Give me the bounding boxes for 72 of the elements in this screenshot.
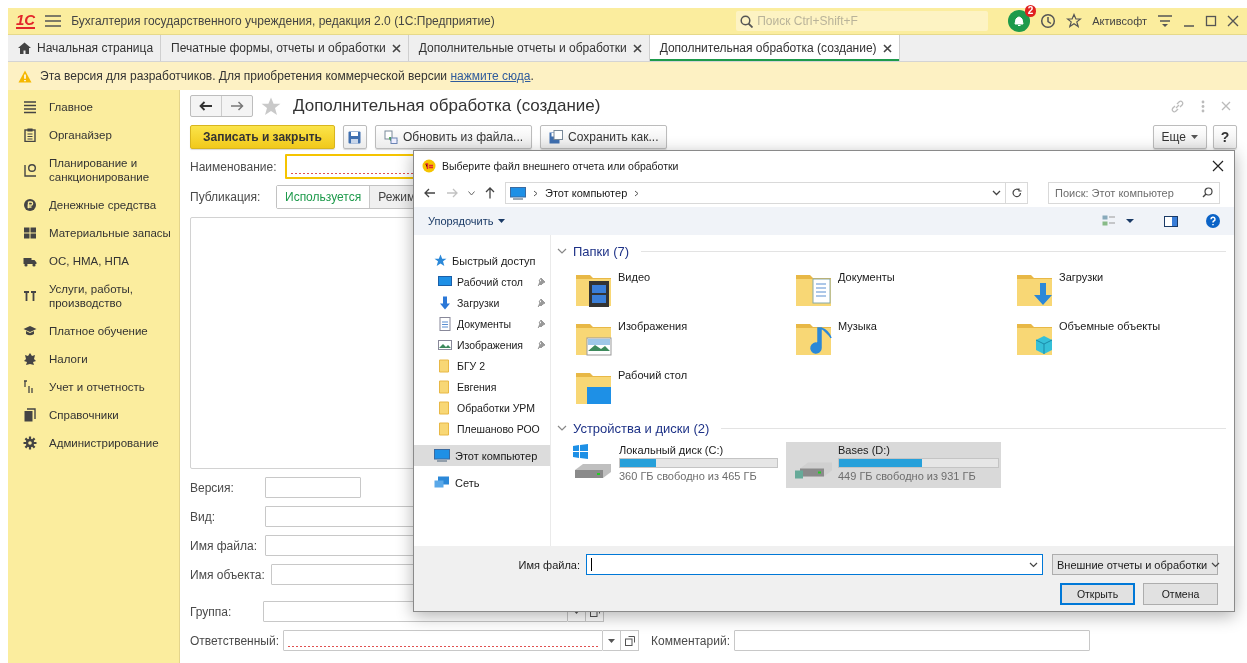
folder-item[interactable]: Объемные объекты (1016, 318, 1234, 367)
nav-item[interactable]: Сеть (414, 472, 550, 493)
user-name: Активсофт (1092, 15, 1147, 27)
folder-item[interactable]: Изображения (575, 318, 795, 367)
sidebar-item[interactable]: Налоги (8, 345, 179, 373)
folder-item[interactable]: Загрузки (1016, 269, 1234, 318)
path-segment[interactable]: Этот компьютер (545, 187, 628, 199)
sidebar-item[interactable]: Планирование и санкционирование (8, 149, 179, 191)
nav-item[interactable]: Изображения (414, 334, 550, 355)
field-label: Группа: (190, 604, 233, 619)
drive-item[interactable]: Bases (D:) 449 ГБ свободно из 931 ГБ (786, 442, 1001, 488)
file-type-select[interactable]: Внешние отчеты и обработки (1052, 554, 1218, 575)
more-button[interactable]: Еще (1152, 125, 1207, 149)
tab[interactable]: Дополнительные отчеты и обработки (408, 35, 650, 61)
reload-from-file-button[interactable]: Обновить из файла... (374, 125, 533, 149)
field-label: Вид: (190, 509, 217, 524)
drive-name: Bases (D:) (838, 444, 891, 456)
form-title: Дополнительная обработка (создание) (293, 96, 601, 116)
field-label: Ответственный: (190, 633, 280, 648)
save-and-close-button[interactable]: Записать и закрыть (190, 125, 335, 149)
sidebar-item[interactable]: Материальные запасы (8, 219, 179, 247)
field-label: Версия: (190, 480, 235, 495)
section-header[interactable]: Устройства и диски (2) (573, 420, 710, 436)
field-label: Комментарий: (651, 633, 730, 648)
folder-item[interactable]: Видео (575, 269, 795, 318)
free-space-text: 449 ГБ свободно из 931 ГБ (838, 470, 977, 482)
organize-button[interactable]: Упорядочить (428, 215, 506, 227)
folder-item[interactable]: Рабочий стол (575, 367, 795, 416)
sidebar-item[interactable]: ОС, НМА, НПА (8, 247, 179, 275)
nav-item[interactable]: Евгения (414, 376, 550, 397)
field-label: Имя файла: (190, 538, 258, 553)
sidebar-item[interactable]: Учет и отчетность (8, 373, 179, 401)
sidebar-item[interactable]: Справочники (8, 401, 179, 429)
sidebar-item[interactable]: Органайзер (8, 121, 179, 149)
address-bar[interactable]: Этот компьютер (505, 182, 1006, 204)
nav-item[interactable]: Документы (414, 313, 550, 334)
nav-item[interactable]: Плешаново РОО (414, 418, 550, 439)
sidebar-item[interactable]: Услуги, работы, производство (8, 275, 179, 317)
help-button[interactable]: ? (1213, 125, 1237, 149)
field-label: Публикация: (190, 190, 262, 204)
folder-item[interactable]: Музыка (795, 318, 1016, 367)
nav-item[interactable]: Рабочий стол (414, 271, 550, 292)
drive-item[interactable]: Локальный диск (C:) 360 ГБ свободно из 465 ГБ (565, 442, 780, 488)
save-as-button[interactable]: Сохранить как... (540, 125, 668, 149)
nav-item[interactable]: Загрузки (414, 292, 550, 313)
app-title: Бухгалтерия государственного учреждения, редакция 2.0 (1С:Предприятие) (71, 14, 495, 28)
section-header[interactable]: Папки (7) (573, 243, 630, 259)
notification-badge: 2 (1024, 5, 1037, 17)
nav-item[interactable]: БГУ 2 (414, 355, 550, 376)
nav-item[interactable]: Обработки УРМ (414, 397, 550, 418)
nav-item[interactable]: Быстрый доступ (414, 250, 550, 271)
dialog-title: Выберите файл внешнего отчета или обработки (442, 159, 679, 172)
warning-message: Эта версия для разработчиков. Для приобретения коммерческой версии нажмите сюда. (40, 69, 534, 83)
search-field[interactable]: Поиск Ctrl+Shift+F (736, 11, 989, 31)
tab[interactable]: Начальная страница (8, 35, 162, 61)
nav-item[interactable]: Этот компьютер (414, 445, 550, 466)
sidebar-item[interactable]: Денежные средства (8, 191, 179, 219)
tab[interactable]: Печатные формы, отчеты и обработки (161, 35, 409, 61)
field-label: Имя объекта: (190, 567, 265, 582)
open-button[interactable]: Открыть (1060, 583, 1135, 605)
sidebar-item[interactable]: Главное (8, 93, 179, 121)
field-label: Наименование: (190, 159, 277, 174)
search-field[interactable]: Поиск: Этот компьютер (1048, 182, 1220, 204)
free-space-text: 360 ГБ свободно из 465 ГБ (619, 470, 758, 482)
app-logo: 1С (16, 13, 36, 29)
drive-name: Локальный диск (C:) (619, 444, 725, 456)
sidebar-item[interactable]: Администрирование (8, 429, 179, 457)
filename-label: Имя файла: (518, 558, 580, 571)
tab[interactable]: Дополнительная обработка (создание) (649, 35, 900, 61)
cancel-button[interactable]: Отмена (1143, 583, 1218, 605)
folder-item[interactable]: Документы (795, 269, 1016, 318)
sidebar-item[interactable]: Платное обучение (8, 317, 179, 345)
